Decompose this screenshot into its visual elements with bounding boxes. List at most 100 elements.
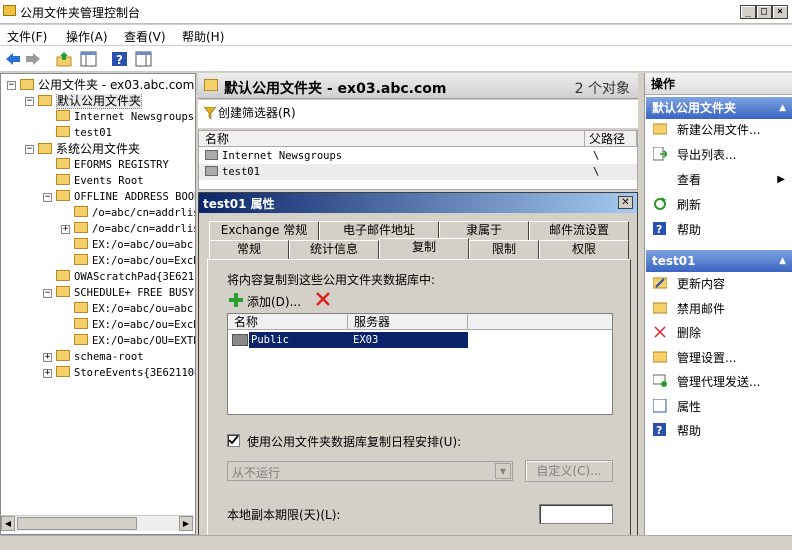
forward-icon[interactable] (25, 51, 42, 67)
tree-node[interactable]: 公用文件夹 - ex03.abc.com (20, 78, 194, 93)
tab-exchange-general[interactable]: Exchange 常规 (209, 221, 319, 240)
schedule-dropdown[interactable]: 从不运行 ▼ (227, 461, 513, 481)
menu-file[interactable]: 文件(F) (7, 28, 47, 45)
action-item[interactable]: 禁用邮件 (652, 300, 789, 318)
list-item-name: test01 (222, 166, 260, 178)
menu-view[interactable]: 查看(V) (124, 28, 166, 45)
tree-node[interactable]: SCHEDULE+ FREE BUSY (56, 286, 194, 301)
tree-node[interactable]: OFFLINE ADDRESS BOOK (56, 190, 195, 205)
folder-icon (74, 254, 88, 265)
column-header-server[interactable]: 服务器 (348, 314, 468, 330)
list-item[interactable]: Public Folder... EX03 (232, 332, 468, 362)
list-item[interactable]: test01 \ (199, 164, 637, 180)
create-filter-button[interactable]: 创建筛选器(R) (218, 104, 296, 121)
tree-node[interactable]: 默认公用文件夹 (38, 94, 143, 109)
tree-node-label: SCHEDULE+ FREE BUSY (74, 287, 195, 299)
tree-node[interactable]: OWAScratchPad{3E621104 (56, 270, 195, 285)
menu-help[interactable]: 帮助(H) (182, 28, 224, 45)
tree-node[interactable]: EX:/O=abc/OU=EXTERN (74, 334, 195, 349)
tree-node[interactable]: EFORMS REGISTRY (56, 158, 169, 173)
replication-schedule-checkbox[interactable] (227, 434, 240, 447)
filter-row: 创建筛选器(R) (198, 100, 638, 128)
custom-schedule-button[interactable]: 自定义(C)... (525, 460, 613, 482)
action-item[interactable]: ? 帮助 (653, 221, 789, 239)
action-item[interactable]: 刷新 (653, 196, 789, 214)
collapse-toggle[interactable]: − (43, 193, 52, 202)
tree-node[interactable]: /o=abc/cn=addrlists (74, 222, 195, 237)
tree-node[interactable]: schema-root (56, 350, 144, 365)
delete-icon (653, 325, 667, 338)
scroll-left-arrow-icon[interactable]: ◀ (1, 516, 15, 531)
tree-horizontal-scrollbar[interactable]: ◀ ▶ (1, 515, 194, 531)
action-item[interactable]: 属性 (652, 398, 789, 416)
action-item[interactable]: 更新内容 (652, 275, 789, 293)
tab-replication[interactable]: 复制 (379, 238, 469, 259)
folder-icon (56, 286, 70, 297)
collapse-icon[interactable]: ▲ (779, 250, 786, 272)
window-title: 公用文件夹管理控制台 (20, 6, 141, 20)
tree-node[interactable]: EX:/o=abc/ou=abc (74, 302, 193, 317)
scroll-thumb[interactable] (17, 517, 137, 530)
local-age-input[interactable] (539, 504, 613, 524)
collapse-toggle[interactable]: − (43, 289, 52, 298)
back-icon[interactable] (4, 51, 21, 67)
dialog-close-icon[interactable]: ✕ (618, 196, 633, 209)
section-header-test01[interactable]: test01 ▲ (646, 250, 792, 272)
menu-action[interactable]: 操作(A) (66, 28, 108, 45)
tab-limits[interactable]: 限制 (469, 240, 539, 259)
close-button[interactable]: × (772, 5, 788, 19)
column-header-name[interactable]: 名称 (228, 314, 348, 330)
maximize-button[interactable]: □ (756, 5, 772, 19)
list-item[interactable]: Internet Newsgroups \ (199, 148, 637, 164)
tree-node[interactable]: /o=abc/cn=addrlists (74, 206, 195, 221)
column-header-name[interactable]: 名称 (199, 131, 585, 147)
up-folder-icon[interactable] (56, 51, 73, 67)
action-item[interactable]: 删除 (653, 324, 789, 342)
minimize-button[interactable]: _ (740, 5, 756, 19)
tree-node[interactable]: StoreEvents{3E621104-E (56, 366, 195, 381)
action-item[interactable]: 导出列表... (652, 146, 789, 164)
add-button[interactable]: 添加(D)... (247, 293, 301, 310)
action-item[interactable]: 查看 ▶ (653, 171, 789, 189)
tree-node[interactable]: Events Root (56, 174, 144, 189)
collapse-toggle[interactable]: − (25, 145, 34, 154)
tree-node[interactable]: EX:/o=abc/ou=Exchan (74, 254, 195, 269)
tab-general[interactable]: 常规 (209, 240, 289, 259)
action-item[interactable]: 管理代理发送... (652, 373, 789, 391)
dialog-title-bar[interactable]: test01 属性 ✕ (199, 193, 637, 213)
folder-icon (205, 150, 218, 160)
tree-node[interactable]: test01 (56, 126, 112, 141)
action-item[interactable]: 新建公用文件... (652, 121, 789, 139)
tree-node[interactable]: EX:/o=abc/ou=abc (74, 238, 193, 253)
tree-node-label: test01 (74, 127, 112, 139)
update-icon (652, 276, 668, 289)
show-hide-tree-icon[interactable] (80, 51, 97, 67)
expand-toggle[interactable]: + (43, 353, 52, 362)
tab-mail-flow[interactable]: 邮件流设置 (529, 221, 629, 240)
action-item[interactable]: ? 帮助 (653, 422, 789, 440)
expand-toggle[interactable]: + (43, 369, 52, 378)
collapse-toggle[interactable]: − (25, 97, 34, 106)
show-hide-action-pane-icon[interactable] (135, 51, 152, 67)
section-header-default-folders[interactable]: 默认公用文件夹 ▲ (646, 97, 792, 119)
help-icon[interactable]: ? (111, 51, 128, 67)
remove-icon[interactable] (316, 292, 330, 309)
chevron-down-icon[interactable]: ▼ (495, 463, 511, 479)
tree-node-label: /o=abc/cn=addrlists (92, 207, 195, 219)
tab-permissions[interactable]: 权限 (539, 240, 629, 259)
tree-node-label: EX:/o=abc/ou=Exchan (92, 255, 195, 267)
collapse-icon[interactable]: ▲ (779, 97, 786, 119)
tree-node-label: OFFLINE ADDRESS BOOK (74, 191, 195, 203)
column-header-parent-path[interactable]: 父路径 (585, 131, 637, 147)
tab-statistics[interactable]: 统计信息 (289, 240, 379, 259)
collapse-toggle[interactable]: − (7, 81, 16, 90)
tree-node[interactable]: EX:/o=abc/ou=Exchan (74, 318, 195, 333)
tree-node[interactable]: Internet Newsgroups (56, 110, 194, 125)
svg-text:?: ? (656, 223, 662, 236)
tree-node[interactable]: 系统公用文件夹 (38, 142, 140, 157)
list-item-server: EX03 (349, 332, 468, 348)
action-item[interactable]: 管理设置... (652, 349, 789, 367)
expand-toggle[interactable]: + (61, 225, 70, 234)
column-header-blank (468, 314, 612, 330)
scroll-right-arrow-icon[interactable]: ▶ (179, 516, 193, 531)
